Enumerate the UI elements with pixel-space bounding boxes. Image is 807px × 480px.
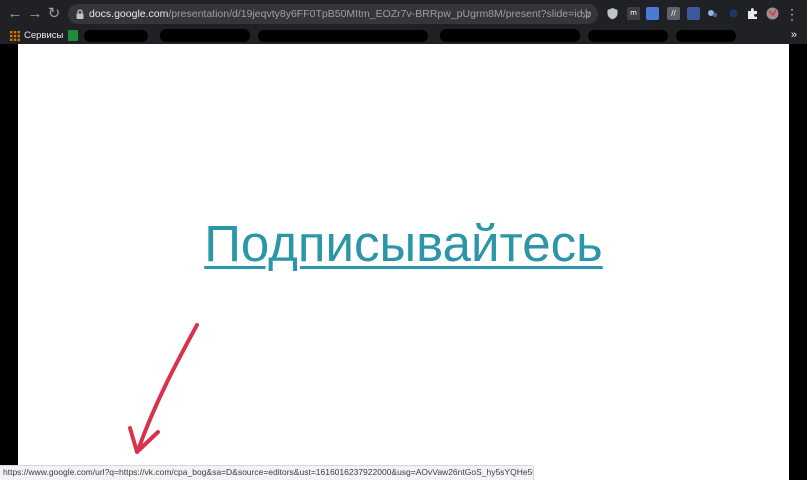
redacted-bookmark — [160, 29, 250, 42]
lock-icon — [76, 9, 84, 19]
back-icon[interactable]: ← — [6, 5, 24, 23]
forward-icon[interactable]: → — [26, 5, 44, 23]
shield-extension-icon[interactable] — [606, 7, 619, 20]
apps-grid-icon[interactable] — [10, 31, 20, 41]
apps-bookmark[interactable]: Сервисы — [24, 29, 63, 43]
browser-toolbar: ← → ↻ docs.google.com/presentation/d/19j… — [0, 0, 807, 28]
sheets-bookmark-icon[interactable] — [68, 30, 78, 41]
url-path: /presentation/d/19jeqvty8y6FF0TpB50MItm_… — [168, 8, 592, 20]
status-bar: https://www.google.com/url?q=https://vk.… — [0, 465, 534, 480]
url-host: docs.google.com — [89, 8, 169, 20]
redacted-bookmark — [676, 30, 736, 42]
reload-icon[interactable]: ↻ — [45, 5, 63, 23]
subscribe-link[interactable]: Подписывайтесь — [18, 214, 789, 274]
redacted-bookmark — [440, 29, 580, 42]
bookmark-star-icon[interactable]: ☆ — [580, 6, 592, 22]
extension-icon-dark[interactable]: m — [627, 7, 640, 20]
avatar[interactable] — [766, 7, 779, 20]
globe-extension-icon[interactable] — [706, 7, 719, 20]
dark-circle-extension-icon[interactable] — [727, 7, 740, 20]
hover-url: https://www.google.com/url?q=https://vk.… — [3, 467, 534, 477]
redacted-bookmark — [588, 30, 668, 42]
puzzle-extensions-icon[interactable] — [746, 7, 759, 20]
url-text[interactable]: docs.google.com/presentation/d/19jeqvty8… — [89, 7, 591, 21]
extension-icon-blue[interactable] — [687, 7, 700, 20]
bookmarks-bar: Сервисы » — [0, 28, 807, 44]
presentation-slide: Подписывайтесь — [18, 44, 789, 480]
extension-icon-grey[interactable]: // — [667, 7, 680, 20]
more-bookmarks-icon[interactable]: » — [791, 28, 797, 42]
redacted-bookmark — [258, 30, 428, 42]
menu-icon[interactable]: ⋮ — [785, 5, 799, 23]
redacted-bookmark — [84, 30, 148, 42]
address-bar[interactable]: docs.google.com/presentation/d/19jeqvty8… — [68, 4, 598, 24]
translate-extension-icon[interactable] — [646, 7, 659, 20]
